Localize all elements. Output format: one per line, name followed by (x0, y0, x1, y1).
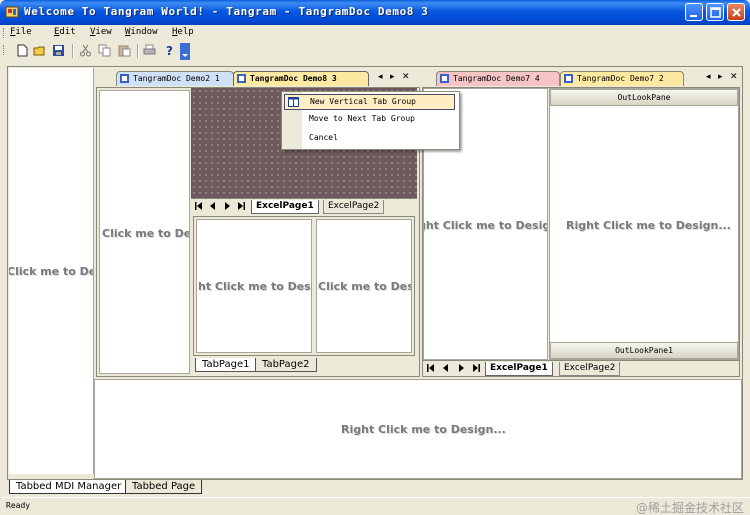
excel-page1-tab[interactable]: ExcelPage1 (251, 200, 319, 214)
first-page-icon[interactable] (426, 363, 436, 373)
menu-edit[interactable]: Edit (54, 27, 76, 37)
new-icon[interactable] (16, 44, 29, 57)
status-bar: Ready @稀土掘金技术社区 (0, 497, 750, 515)
open-icon[interactable] (33, 44, 46, 57)
minimize-button[interactable] (685, 3, 703, 21)
menu-item-label: Move to Next Tab Group (309, 114, 415, 123)
menu-item-label: Cancel (309, 133, 338, 142)
close-tab-icon[interactable]: ✕ (402, 72, 410, 82)
print-icon[interactable] (143, 44, 156, 57)
svg-text:?: ? (166, 44, 173, 57)
document-icon (237, 74, 246, 83)
last-page-icon[interactable] (471, 363, 481, 373)
right-document-frame: ght Click me to Desig OutLookPane Right … (422, 87, 740, 377)
tab-label: TangramDoc Demo2 1 (133, 74, 220, 83)
tab-context-menu: New Vertical Tab Group Move to Next Tab … (281, 91, 460, 150)
document-icon (440, 74, 449, 83)
inner-right-design-pane[interactable]: Click me to Des (316, 219, 412, 353)
menu-bar: File Edit View Window Help (0, 25, 750, 41)
maximize-icon (710, 7, 721, 18)
maximize-button[interactable] (706, 3, 724, 21)
left-design-pane[interactable]: Click me to De (9, 68, 94, 474)
document-icon (564, 74, 573, 83)
next-page-icon[interactable] (222, 201, 232, 211)
excel-page2-tab[interactable]: ExcelPage2 (323, 200, 385, 214)
scroll-left-icon[interactable]: ◂ (378, 72, 383, 82)
tab-page2[interactable]: TabPage2 (255, 358, 317, 372)
inner-split-frame: ht Click me to Desig Click me to Des (193, 216, 415, 356)
toolbar-separator (72, 44, 74, 58)
tab-tabbed-page[interactable]: Tabbed Page (125, 480, 203, 494)
toolbar-separator (137, 44, 139, 58)
right-tab-group-strip: TangramDoc Demo7 4 TangramDoc Demo7 2 ◂ … (422, 69, 740, 88)
copy-icon[interactable] (98, 44, 111, 57)
inner-tab-bar: TabPage1 TabPage2 (193, 358, 415, 372)
menu-item-label: New Vertical Tab Group (310, 97, 416, 106)
tab-label: TangramDoc Demo8 3 (250, 74, 337, 83)
app-icon[interactable] (5, 5, 19, 19)
tab-tangramdoc-demo7-4[interactable]: TangramDoc Demo7 4 (436, 71, 560, 86)
excel-page2-tab[interactable]: ExcelPage2 (559, 362, 621, 376)
design-placeholder: Right Click me to Design... (341, 423, 506, 436)
menu-window[interactable]: Window (125, 27, 158, 37)
last-page-icon[interactable] (236, 201, 246, 211)
scroll-right-icon[interactable]: ▸ (718, 72, 723, 82)
cut-icon[interactable] (79, 44, 92, 57)
menu-view[interactable]: View (90, 27, 112, 37)
right-excel-tab-bar: ExcelPage1 ExcelPage2 (423, 360, 739, 376)
previous-page-icon[interactable] (441, 363, 451, 373)
toolbar-grip[interactable] (3, 45, 6, 55)
menu-help[interactable]: Help (172, 27, 194, 37)
previous-page-icon[interactable] (208, 201, 218, 211)
close-tab-icon[interactable]: ✕ (730, 72, 738, 82)
standard-toolbar: ? (0, 41, 750, 61)
window-title: Welcome To Tangram World! - Tangram - Ta… (24, 5, 429, 18)
tab-tangramdoc-demo2[interactable]: TangramDoc Demo2 1 (116, 71, 234, 86)
close-icon (732, 8, 741, 17)
help-icon[interactable]: ? (163, 44, 176, 57)
design-placeholder: Click me to De (9, 265, 94, 278)
left-tab-group-strip: TangramDoc Demo2 1 TangramDoc Demo8 3 ◂ … (96, 69, 420, 88)
outlook-pane-header[interactable]: OutLookPane (550, 89, 738, 106)
bottom-design-pane[interactable]: Right Click me to Design... (94, 379, 742, 479)
doc-left-design-pane[interactable]: Click me to Des (99, 90, 190, 374)
menu-move-to-next-tab-group[interactable]: Move to Next Tab Group (284, 111, 455, 127)
left-excel-tab-bar: ExcelPage1 ExcelPage2 (191, 198, 417, 214)
tab-label: TangramDoc Demo7 4 (453, 74, 540, 83)
menu-cancel[interactable]: Cancel (284, 130, 455, 146)
application-window: Welcome To Tangram World! - Tangram - Ta… (0, 0, 750, 515)
inner-left-design-pane[interactable]: ht Click me to Desig (196, 219, 312, 353)
design-placeholder: Click me to Des (318, 280, 412, 293)
title-bar[interactable]: Welcome To Tangram World! - Tangram - Ta… (0, 0, 750, 25)
tab-tabbed-mdi-manager[interactable]: Tabbed MDI Manager (9, 480, 129, 494)
menu-grip[interactable] (3, 28, 6, 38)
menu-file[interactable]: File (10, 27, 32, 37)
scroll-right-icon[interactable]: ▸ (390, 72, 395, 82)
design-placeholder: ht Click me to Desig (198, 280, 312, 293)
vertical-split-icon (288, 97, 299, 107)
design-placeholder: Click me to Des (102, 227, 190, 240)
watermark: @稀土掘金技术社区 (635, 501, 744, 515)
outlook-pane1-header[interactable]: OutLookPane1 (550, 342, 738, 359)
excel-page1-tab[interactable]: ExcelPage1 (485, 362, 553, 376)
document-icon (120, 74, 129, 83)
tab-tangramdoc-demo7-2[interactable]: TangramDoc Demo7 2 (560, 71, 684, 86)
overflow-icon[interactable] (180, 43, 190, 60)
scroll-left-icon[interactable]: ◂ (706, 72, 711, 82)
status-text: Ready (6, 501, 31, 510)
tab-label: TangramDoc Demo7 2 (577, 74, 664, 83)
outlook-bar: OutLookPane Right Click me to Design... … (549, 88, 739, 360)
save-icon[interactable] (52, 44, 65, 57)
design-placeholder: ght Click me to Desig (423, 219, 548, 232)
minimize-icon (690, 15, 697, 17)
close-button[interactable] (727, 3, 745, 21)
tab-page1[interactable]: TabPage1 (195, 358, 257, 372)
menu-new-vertical-tab-group[interactable]: New Vertical Tab Group (284, 94, 455, 110)
next-page-icon[interactable] (456, 363, 466, 373)
paste-icon[interactable] (118, 44, 131, 57)
design-placeholder: Right Click me to Design... (566, 219, 731, 232)
first-page-icon[interactable] (194, 201, 204, 211)
tab-tangramdoc-demo8-active[interactable]: TangramDoc Demo8 3 (233, 71, 369, 86)
